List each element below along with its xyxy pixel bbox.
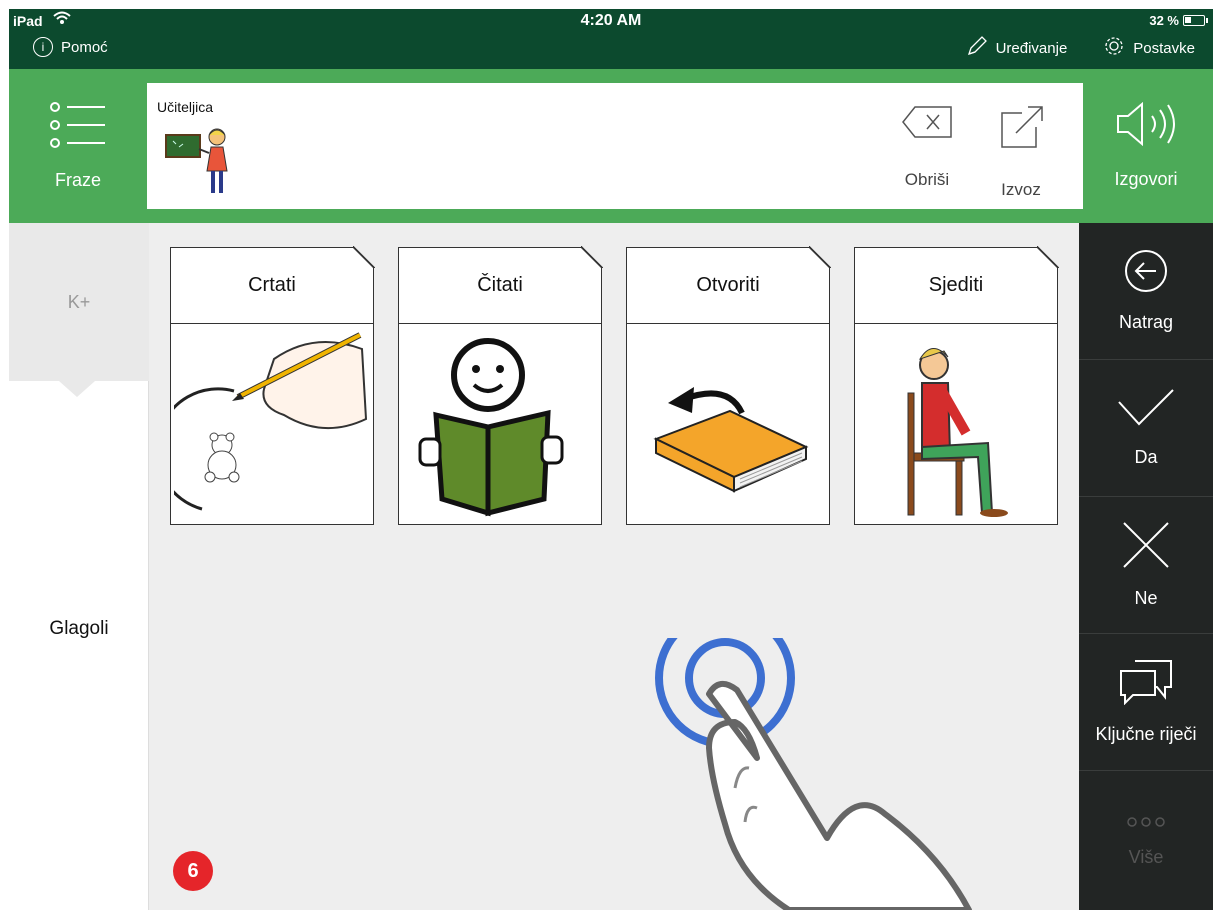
export-icon [998, 105, 1044, 154]
card-label: Otvoriti [627, 248, 829, 324]
pencil-icon [966, 35, 988, 61]
message-box[interactable]: Učiteljica Obriši Izvoz [147, 83, 1083, 209]
message-bar: Fraze Učiteljica Obriši Izvoz Izgovori [9, 69, 1213, 223]
help-label: Pomoć [61, 38, 108, 56]
yes-label: Da [1134, 447, 1158, 467]
card-label: Sjediti [855, 248, 1057, 324]
speaker-icon [1114, 101, 1178, 151]
export-label: Izvoz [1001, 180, 1041, 199]
backspace-icon [901, 105, 953, 144]
back-button[interactable]: Natrag [1079, 223, 1213, 360]
category-sidebar: K+ Glagoli [9, 223, 149, 910]
keywords-label: Ključne riječi [1095, 724, 1197, 744]
symbol-card-citati[interactable]: Čitati [398, 246, 603, 525]
open-book-pictogram [627, 324, 829, 524]
reading-pictogram [399, 324, 601, 524]
help-button[interactable]: i Pomoć [33, 37, 108, 57]
no-label: Ne [1134, 588, 1158, 608]
speech-bubbles-icon [1119, 659, 1173, 710]
gear-icon [1103, 35, 1125, 61]
edit-label: Uređivanje [995, 39, 1068, 57]
more-dots-icon [1126, 812, 1166, 833]
category-glagoli[interactable]: Glagoli [9, 618, 149, 640]
settings-label: Postavke [1133, 39, 1195, 57]
touch-hand-illustration [655, 638, 972, 910]
teacher-pictogram [165, 127, 235, 200]
list-icon [49, 101, 107, 154]
back-arrow-circle-icon [1124, 249, 1168, 298]
more-label: Više [1128, 846, 1164, 867]
delete-label: Obriši [904, 170, 950, 189]
symbol-card-sjediti[interactable]: Sjediti [854, 246, 1059, 525]
back-label: Natrag [1118, 312, 1174, 332]
drawing-pictogram [171, 324, 373, 524]
category-k-plus-label: K+ [67, 291, 91, 312]
battery-icon [1183, 15, 1208, 26]
delete-button[interactable]: Obriši [891, 105, 963, 195]
more-button[interactable]: Više [1079, 771, 1213, 908]
info-icon: i [33, 37, 53, 57]
speak-button[interactable]: Izgovori [1079, 69, 1213, 223]
speak-label: Izgovori [1114, 169, 1178, 189]
symbol-grid: Crtati Čitati Otvoriti Sjediti 6 [149, 223, 1079, 910]
clock: 4:20 AM [580, 12, 642, 29]
phrases-label: Fraze [54, 170, 101, 190]
notification-badge: 6 [173, 851, 213, 891]
x-mark-icon [1122, 521, 1170, 574]
phrases-button[interactable]: Fraze [9, 69, 147, 223]
checkmark-icon [1117, 388, 1175, 433]
card-label: Crtati [171, 248, 373, 324]
symbol-card-crtati[interactable]: Crtati [170, 246, 375, 525]
edit-button[interactable]: Uređivanje [966, 35, 1068, 61]
symbol-card-otvoriti[interactable]: Otvoriti [626, 246, 831, 525]
export-button[interactable]: Izvoz [985, 105, 1057, 199]
selection-pointer [59, 381, 95, 397]
settings-button[interactable]: Postavke [1103, 35, 1195, 61]
category-k-plus[interactable]: K+ [9, 223, 149, 381]
card-label: Čitati [399, 248, 601, 324]
no-button[interactable]: Ne [1079, 497, 1213, 634]
battery-indicator: 32 % [1149, 13, 1208, 28]
status-bar: iPad 4:20 AM 32 % i Pomoć Uređivanje Pos… [9, 9, 1213, 69]
action-sidebar: Natrag Da Ne Ključne riječi Više [1079, 223, 1213, 910]
message-word-label: Učiteljica [157, 99, 214, 115]
sitting-pictogram [855, 324, 1057, 524]
battery-percent: 32 % [1149, 13, 1179, 28]
keywords-button[interactable]: Ključne riječi [1079, 634, 1213, 771]
yes-button[interactable]: Da [1079, 360, 1213, 497]
